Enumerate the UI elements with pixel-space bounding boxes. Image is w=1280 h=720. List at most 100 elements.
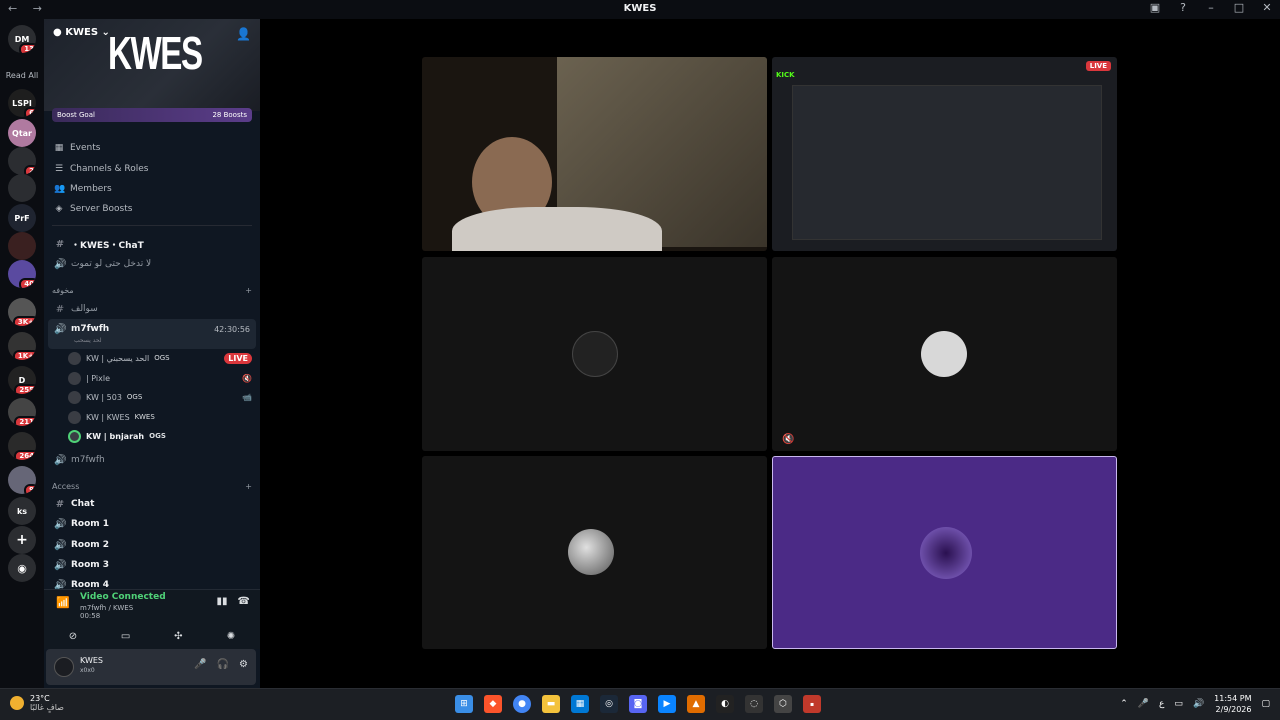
menu-events[interactable]: ▦ Events	[54, 143, 101, 153]
app-icon[interactable]: ⬡	[774, 695, 792, 713]
members-icon: 👥	[54, 184, 66, 194]
gear-icon[interactable]: ⚙	[239, 659, 248, 670]
voice-timer: 42:30:56	[214, 325, 250, 334]
avatar	[68, 371, 81, 385]
help-icon[interactable]: ?	[1176, 1, 1190, 14]
signal-icon[interactable]: 📶	[56, 596, 70, 609]
server-icon[interactable]: 40	[8, 260, 36, 288]
participant-tile[interactable]	[422, 456, 767, 649]
boost-icon: ◈	[55, 204, 63, 214]
file-explorer-icon[interactable]: ▬	[542, 695, 560, 713]
participant-tile[interactable]	[422, 257, 767, 451]
chrome-icon[interactable]: ●	[513, 695, 531, 713]
server-icon[interactable]: ks	[8, 497, 36, 525]
server-icon[interactable]: PrF	[8, 204, 36, 232]
store-icon[interactable]: ▦	[571, 695, 589, 713]
voice-member[interactable]: KW | 503 OGS 📹	[68, 388, 252, 406]
add-server-icon[interactable]: +	[8, 526, 36, 554]
network-icon[interactable]: ▭	[1174, 699, 1183, 709]
soundboard-button[interactable]: ✺	[208, 626, 254, 646]
muted-icon: 🔇	[242, 373, 252, 383]
server-icon[interactable]: 3K+	[8, 298, 36, 326]
boost-goal-bar[interactable]: Boost Goal 28 Boosts	[52, 108, 252, 122]
server-list: DM 13 Read All LSPI 6 Qtar 2 PrF 40 3K+ 1…	[0, 19, 44, 688]
channel-kwes-chat[interactable]: # ・KWES・ChaT	[54, 236, 250, 252]
screen-share-button[interactable]: ▭	[103, 626, 149, 646]
hash-icon: #	[55, 303, 65, 315]
voice-room-1[interactable]: 🔊 Room 1	[54, 516, 250, 532]
microphone-icon[interactable]: 🎤	[194, 659, 206, 670]
voice-room-3[interactable]: 🔊 Room 3	[54, 557, 250, 573]
voice-member[interactable]: KW | الحد يسحبني OGS LIVE	[68, 349, 252, 367]
app-icon[interactable]: ▲	[687, 695, 705, 713]
steam-icon[interactable]: ◎	[600, 695, 618, 713]
voice-location[interactable]: m7fwfh / KWES	[80, 604, 133, 612]
server-banner[interactable]: ● KWES ⌄ KWES 👤	[44, 19, 260, 111]
channel-chat[interactable]: # Chat	[54, 496, 250, 512]
add-channel-icon[interactable]: +	[245, 482, 252, 491]
app-icon[interactable]: ▶	[658, 695, 676, 713]
minimize-button[interactable]: –	[1204, 1, 1218, 14]
invite-icon[interactable]: 👤	[236, 27, 251, 41]
menu-channels-roles[interactable]: ☰ Channels & Roles	[54, 164, 149, 174]
webcam-tile[interactable]	[422, 57, 767, 251]
username[interactable]: KWES	[80, 656, 103, 665]
noise-suppression-icon[interactable]: ▮▮	[217, 596, 228, 607]
server-icon[interactable]: 2	[8, 147, 36, 175]
voice-member[interactable]: KW | bnjarah OGS	[68, 427, 252, 445]
calendar-icon: ▦	[54, 143, 64, 153]
participant-tile[interactable]: 🔇	[772, 257, 1117, 451]
shared-screen	[792, 85, 1102, 240]
camera-icon: 📹	[242, 392, 252, 402]
chevron-up-icon[interactable]: ⌃	[1120, 699, 1128, 709]
voice-channel-arabic[interactable]: 🔊 لا تدخل حتى لو تموت	[54, 256, 250, 272]
screen-share-tile[interactable]: LIVE KICK	[772, 57, 1117, 251]
direct-messages-icon[interactable]: DM 13	[8, 25, 36, 53]
headphones-icon[interactable]: 🎧	[217, 659, 229, 670]
voice-member[interactable]: | Pixle 🔇	[68, 369, 252, 387]
server-icon[interactable]: 264	[8, 432, 36, 460]
server-icon[interactable]: LSPI 6	[8, 89, 36, 117]
activities-button[interactable]: ✣	[155, 626, 201, 646]
voice-member[interactable]: KW | KWES KWES	[68, 408, 252, 426]
camera-off-button[interactable]: ⊘	[50, 626, 96, 646]
speaker-icon: 🔊	[54, 258, 67, 270]
server-icon[interactable]: 211	[8, 398, 36, 426]
discover-icon[interactable]: ◉	[8, 554, 36, 582]
voice-room-2[interactable]: 🔊 Room 2	[54, 537, 250, 553]
participant-tile[interactable]	[772, 456, 1117, 649]
start-icon[interactable]: ⊞	[455, 695, 473, 713]
notification-icon[interactable]: ▢	[1261, 699, 1270, 709]
server-icon[interactable]	[8, 232, 36, 260]
volume-icon[interactable]: 🔊	[1193, 699, 1204, 709]
avatar[interactable]	[54, 657, 74, 677]
server-icon[interactable]	[8, 174, 36, 202]
weather-widget[interactable]: 23°C صافٍ غالبًا	[10, 694, 64, 712]
server-icon[interactable]: 9	[8, 466, 36, 494]
discord-icon[interactable]: ◙	[629, 695, 647, 713]
clock[interactable]: 11:54 PM 2/9/2026	[1214, 693, 1251, 715]
language-indicator[interactable]: ع	[1159, 699, 1164, 709]
read-all-button[interactable]: Read All	[0, 71, 44, 80]
voice-channel-m7fwfh[interactable]: 🔊 m7fwfh	[54, 452, 250, 468]
microphone-icon[interactable]: 🎤	[1138, 699, 1149, 709]
server-name[interactable]: ● KWES ⌄	[53, 27, 110, 38]
app-icon[interactable]: ▪	[803, 695, 821, 713]
obs-icon[interactable]: ◐	[716, 695, 734, 713]
brave-icon[interactable]: ◆	[484, 695, 502, 713]
text-channel-arabic[interactable]: # سوالف	[54, 301, 250, 317]
inbox-icon[interactable]: ▣	[1148, 1, 1162, 14]
disconnect-icon[interactable]: ☎	[238, 596, 250, 607]
category-header[interactable]: مخوفه +	[52, 286, 252, 295]
menu-members[interactable]: 👥 Members	[54, 184, 112, 194]
app-icon[interactable]: ◌	[745, 695, 763, 713]
active-voice-channel[interactable]: 🔊 m7fwfh 42:30:56 لحد يسحب	[48, 319, 256, 349]
close-button[interactable]: ✕	[1260, 1, 1274, 14]
server-icon[interactable]: D 255	[8, 366, 36, 394]
category-header[interactable]: Access +	[52, 482, 252, 491]
menu-server-boosts[interactable]: ◈ Server Boosts	[54, 204, 133, 214]
maximize-button[interactable]: □	[1232, 1, 1246, 14]
add-channel-icon[interactable]: +	[245, 286, 252, 295]
server-icon[interactable]: 1K+	[8, 332, 36, 360]
server-icon[interactable]: Qtar	[8, 119, 36, 147]
